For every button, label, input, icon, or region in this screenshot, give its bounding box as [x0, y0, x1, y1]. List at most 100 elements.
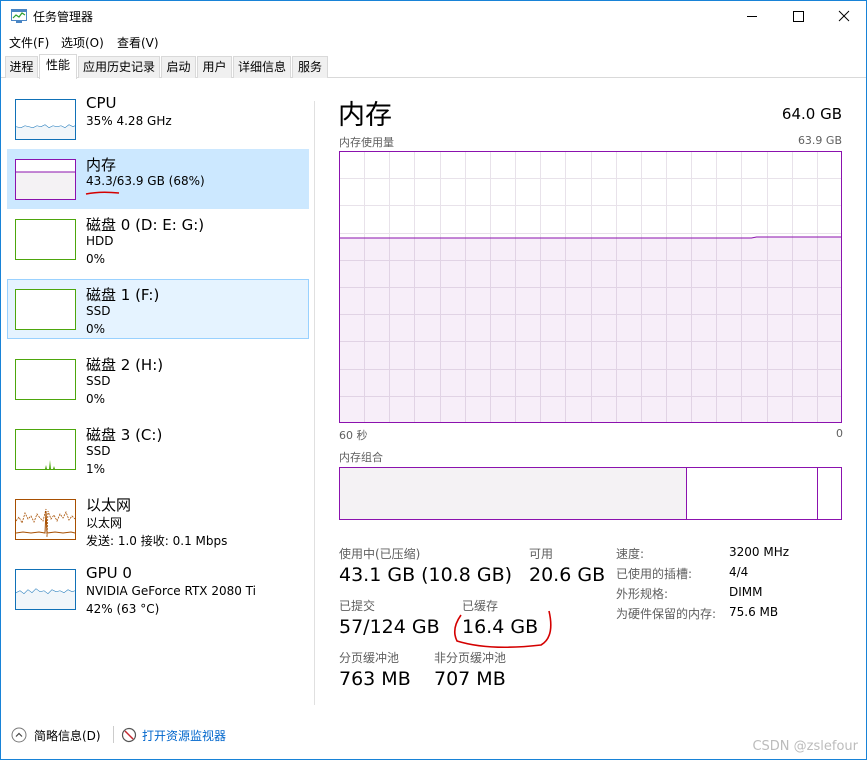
memory-composition-bar [339, 467, 842, 520]
menu-file[interactable]: 文件(F) [9, 34, 49, 51]
sidebar-item-detail: HDD [86, 234, 114, 248]
sidebar-item-usage: 1% [86, 462, 106, 476]
tab-strip: 进程 性能 应用历史记录 启动 用户 详细信息 服务 [1, 54, 866, 79]
sidebar-item-name: 磁盘 1 (F:) [86, 286, 160, 304]
footer-separator [113, 726, 114, 743]
ethernet-thumbnail-graph [15, 499, 76, 540]
tab-details[interactable]: 详细信息 [233, 56, 291, 78]
sidebar-item-disk-1[interactable]: 磁盘 1 (F:) SSD 0% [7, 279, 309, 339]
memory-thumbnail-graph [15, 159, 76, 200]
disk-thumbnail-graph [15, 289, 76, 330]
axis-time-left: 60 秒 [339, 429, 368, 442]
sidebar-item-detail: SSD [86, 374, 111, 388]
form-factor-label: 外形规格: [616, 587, 669, 601]
red-underline-annotation [85, 191, 120, 195]
sidebar-item-name: 磁盘 3 (C:) [86, 426, 163, 444]
paged-pool-value: 763 MB [339, 668, 411, 690]
memory-usage-graph [339, 151, 842, 423]
in-use-label: 使用中(已压缩) [339, 547, 421, 561]
sidebar-item-detail: 43.3/63.9 GB (68%) [86, 174, 205, 188]
menu-view[interactable]: 查看(V) [117, 34, 159, 51]
usage-area [340, 237, 841, 422]
usage-graph-label: 内存使用量 [339, 136, 394, 149]
sidebar-item-detail: SSD [86, 304, 111, 318]
sidebar-item-name: GPU 0 [86, 564, 132, 582]
sidebar-item-usage: 0% [86, 322, 106, 336]
hardware-reserved-label: 为硬件保留的内存: [616, 607, 717, 621]
available-label: 可用 [529, 547, 554, 561]
sidebar-item-detail: NVIDIA GeForce RTX 2080 Ti [86, 584, 256, 598]
watermark: CSDN @zslefour [752, 739, 858, 754]
sidebar-item-name: 磁盘 2 (H:) [86, 356, 164, 374]
sidebar: CPU 35% 4.28 GHz 内存 43.3/63.9 GB (68%) 磁… [1, 79, 311, 705]
sidebar-item-name: 以太网 [86, 496, 132, 514]
cpu-thumbnail-graph [15, 99, 76, 140]
sidebar-item-detail: 以太网 [86, 516, 123, 530]
sidebar-item-disk-0[interactable]: 磁盘 0 (D: E: G:) HDD 0% [7, 209, 309, 269]
task-manager-icon [11, 9, 27, 23]
sidebar-item-usage: 0% [86, 392, 106, 406]
title-bar: 任务管理器 [1, 1, 866, 32]
available-value: 20.6 GB [529, 564, 606, 586]
slots-label: 已使用的插槽: [616, 567, 693, 581]
speed-label: 速度: [616, 547, 645, 561]
close-button[interactable] [821, 1, 866, 32]
tab-performance[interactable]: 性能 [39, 54, 77, 79]
red-circle-annotation [453, 610, 552, 649]
sidebar-item-name: 磁盘 0 (D: E: G:) [86, 216, 205, 234]
sidebar-item-throughput: 发送: 1.0 接收: 0.1 Mbps [86, 534, 228, 548]
tab-startup[interactable]: 启动 [161, 56, 196, 78]
sidebar-item-memory[interactable]: 内存 43.3/63.9 GB (68%) [7, 149, 309, 209]
sidebar-item-ethernet[interactable]: 以太网 以太网 发送: 1.0 接收: 0.1 Mbps [7, 489, 309, 549]
minimize-button[interactable] [729, 1, 775, 32]
open-resource-monitor-link[interactable]: 打开资源监视器 [142, 727, 226, 744]
sidebar-item-disk-2[interactable]: 磁盘 2 (H:) SSD 0% [7, 349, 309, 409]
sidebar-item-detail: 35% 4.28 GHz [86, 114, 172, 128]
maximize-button[interactable] [775, 1, 821, 32]
footer: 简略信息(D) 打开资源监视器 [1, 719, 866, 749]
resource-monitor-icon [121, 727, 137, 743]
sidebar-item-gpu-0[interactable]: GPU 0 NVIDIA GeForce RTX 2080 Ti 42% (63… [7, 559, 309, 619]
chevron-up-icon [11, 727, 27, 743]
axis-time-right: 0 [836, 427, 843, 440]
memory-total: 64.0 GB [781, 105, 842, 123]
sidebar-item-usage: 42% (63 °C) [86, 602, 160, 616]
in-use-value: 43.1 GB (10.8 GB) [339, 564, 513, 586]
task-manager-window: 任务管理器 文件(F) 选项(O) 查看(V) 进程 性能 应用历史记录 启动 … [0, 0, 867, 760]
tab-users[interactable]: 用户 [197, 56, 232, 78]
maximize-icon [793, 11, 804, 22]
usage-graph-max: 63.9 GB [797, 134, 842, 147]
composition-in-use [339, 467, 687, 520]
tab-processes[interactable]: 进程 [5, 56, 38, 78]
disk-thumbnail-graph [15, 359, 76, 400]
close-icon [838, 10, 850, 22]
nonpaged-pool-value: 707 MB [434, 668, 506, 690]
tab-services[interactable]: 服务 [292, 56, 328, 78]
committed-value: 57/124 GB [339, 616, 440, 638]
slots-value: 4/4 [729, 565, 749, 579]
panel-divider [314, 101, 315, 705]
menu-options[interactable]: 选项(O) [61, 34, 104, 51]
speed-value: 3200 MHz [729, 545, 790, 559]
fewer-details-button[interactable]: 简略信息(D) [9, 725, 129, 745]
paged-pool-label: 分页缓冲池 [339, 651, 400, 665]
sidebar-item-name: 内存 [86, 156, 117, 174]
sidebar-item-disk-3[interactable]: 磁盘 3 (C:) SSD 1% [7, 419, 309, 479]
tab-app-history[interactable]: 应用历史记录 [78, 56, 160, 78]
sidebar-item-cpu[interactable]: CPU 35% 4.28 GHz [7, 89, 309, 149]
menu-bar: 文件(F) 选项(O) 查看(V) [1, 32, 866, 52]
fewer-details-label: 简略信息(D) [34, 729, 101, 743]
form-factor-value: DIMM [729, 585, 763, 599]
sidebar-item-usage: 0% [86, 252, 106, 266]
composition-label: 内存组合 [339, 451, 383, 464]
hardware-reserved-value: 75.6 MB [729, 605, 779, 619]
page-title: 内存 [338, 100, 392, 131]
nonpaged-pool-label: 非分页缓冲池 [434, 651, 507, 665]
committed-label: 已提交 [339, 599, 376, 613]
window-title: 任务管理器 [33, 10, 94, 24]
minimize-icon [747, 16, 757, 17]
gpu-thumbnail-graph [15, 569, 76, 610]
disk-thumbnail-graph [15, 429, 76, 470]
disk-thumbnail-graph [15, 219, 76, 260]
sidebar-item-detail: SSD [86, 444, 111, 458]
